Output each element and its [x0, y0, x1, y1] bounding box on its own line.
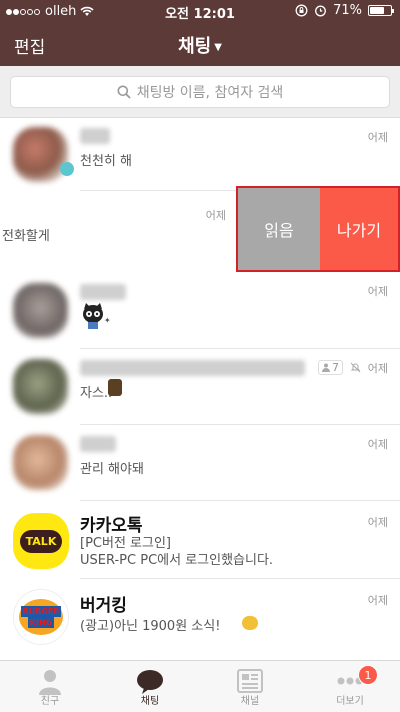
battery-fill — [370, 7, 385, 14]
last-message: (광고)아닌 1900원 소식! — [80, 619, 221, 634]
chat-row[interactable]: BURGER KING 버거킹 (광고)아닌 1900원 소식! 어제 — [0, 579, 400, 659]
last-message: 천천히 해 — [80, 154, 132, 169]
last-message-line2: USER-PC PC에서 로그인했습니다. — [80, 553, 274, 568]
member-count-badge: 7 — [318, 360, 343, 375]
avatar — [13, 435, 68, 490]
search-area: 채팅방 이름, 참여자 검색 — [0, 66, 400, 118]
chat-bubble-icon — [137, 670, 163, 694]
kakaotalk-logo: TALK — [13, 513, 69, 569]
logo-text-top: BURGER — [20, 606, 62, 617]
battery-percent: 71% — [333, 3, 362, 18]
chat-filter-dropdown[interactable]: 채팅 ▼ — [0, 32, 400, 58]
notification-badge: 1 — [358, 665, 378, 685]
chat-name-blurred — [80, 284, 126, 300]
emoticon-sticker: ✦ — [80, 303, 111, 335]
cat-emoticon-icon: ✦ — [83, 303, 111, 329]
chat-row[interactable]: 천천히 해 어제 — [0, 119, 400, 191]
online-dot — [60, 162, 74, 176]
svg-text:✦: ✦ — [104, 316, 110, 325]
search-icon — [117, 85, 131, 99]
tab-bar: 친구 채팅 채널 1 더보기 — [0, 660, 400, 712]
sticker-thumbnail — [108, 379, 122, 396]
swipe-actions: 읽음 나가기 — [236, 186, 400, 272]
person-small-icon — [322, 363, 330, 372]
chat-row[interactable]: TALK 카카오톡 [PC버전 로그인] USER-PC PC에서 로그인했습니… — [0, 501, 400, 579]
tab-label: 채널 — [240, 696, 260, 707]
status-right: 71% — [295, 3, 394, 18]
chat-time: 어제 — [367, 285, 388, 298]
member-count: 7 — [332, 361, 339, 374]
tab-channel[interactable]: 채널 — [200, 661, 300, 712]
logo-text-bottom: KING — [27, 617, 55, 628]
burger-king-logo: BURGER KING — [13, 589, 69, 645]
chat-row[interactable]: 관리 해야돼 어제 — [0, 425, 400, 501]
tab-more[interactable]: 1 더보기 — [300, 661, 400, 712]
talk-logo-text: TALK — [19, 529, 63, 553]
chat-time: 어제 — [367, 362, 388, 375]
avatar — [13, 283, 68, 338]
chat-name-blurred — [80, 360, 305, 376]
chat-time: 어제 — [367, 438, 388, 451]
chat-time: 어제 — [205, 209, 226, 222]
tab-friends[interactable]: 친구 — [0, 661, 100, 712]
chat-time: 어제 — [367, 594, 388, 607]
last-message: 관리 해야돼 — [80, 462, 144, 477]
tab-label: 더보기 — [336, 696, 364, 707]
alarm-icon — [315, 5, 327, 17]
chat-row[interactable]: ✦ 어제 — [0, 273, 400, 349]
search-input[interactable]: 채팅방 이름, 참여자 검색 — [10, 76, 390, 108]
mark-read-button[interactable]: 읽음 — [238, 188, 320, 270]
chat-name-blurred — [80, 128, 110, 144]
person-icon — [39, 670, 61, 695]
chat-row[interactable]: 7 자스.. 어제 — [0, 349, 400, 425]
channel-icon — [237, 669, 263, 693]
page-title: 채팅 — [178, 36, 212, 57]
chat-name: 버거킹 — [80, 596, 127, 616]
status-bar: olleh 오전 12:01 71% — [0, 0, 400, 24]
mute-bell-icon — [350, 362, 361, 373]
chat-time: 어제 — [367, 131, 388, 144]
search-placeholder: 채팅방 이름, 참여자 검색 — [136, 85, 284, 101]
chat-name-blurred — [80, 436, 116, 452]
top-bar: olleh 오전 12:01 71% 편집 채팅 ▼ — [0, 0, 400, 66]
caret-down-icon: ▼ — [214, 41, 222, 53]
chat-time: 어제 — [367, 516, 388, 529]
avatar — [13, 127, 68, 182]
lock-rotation-icon — [295, 4, 308, 17]
leave-chat-button[interactable]: 나가기 — [320, 188, 398, 270]
emoji-icon — [242, 616, 258, 630]
nav-bar: 편집 채팅 ▼ — [0, 24, 400, 66]
battery-icon — [368, 5, 394, 16]
last-message: 전화할게 — [2, 229, 50, 244]
avatar — [13, 359, 68, 414]
tab-chats[interactable]: 채팅 — [100, 661, 200, 712]
